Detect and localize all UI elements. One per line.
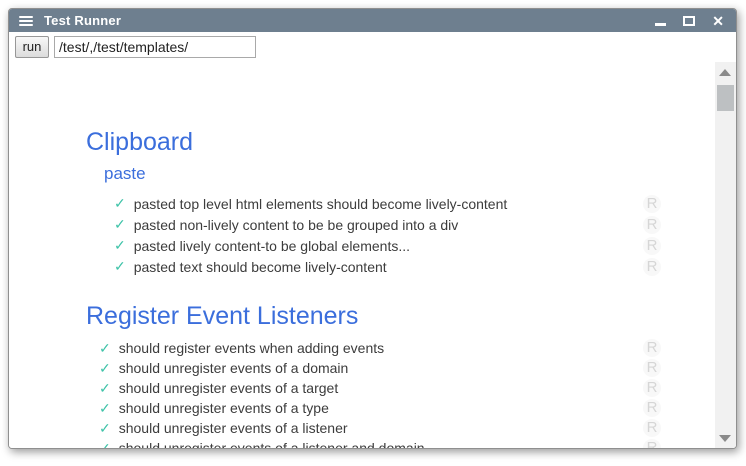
scrollbar-thumb[interactable]	[717, 85, 734, 111]
test-item: ✓ pasted non-lively content to be be grou…	[114, 214, 715, 235]
rerun-button[interactable]: R	[643, 258, 661, 276]
arrow-down-icon	[719, 435, 731, 442]
test-item: ✓ should unregister events of a type R	[99, 398, 715, 418]
rerun-button[interactable]: R	[643, 379, 661, 397]
hamburger-bar	[19, 16, 33, 18]
rerun-button[interactable]: R	[643, 237, 661, 255]
check-icon: ✓	[99, 400, 111, 417]
test-section: Register Event Listeners ✓ should register…	[86, 302, 715, 448]
run-button[interactable]: run	[15, 36, 49, 58]
check-icon: ✓	[99, 360, 111, 377]
test-list: ✓ should register events when adding even…	[99, 338, 715, 448]
rerun-button[interactable]: R	[643, 439, 661, 448]
check-icon: ✓	[99, 380, 111, 397]
section-heading[interactable]: Register Event Listeners	[86, 302, 715, 331]
test-item: ✓ should unregister events of a listener R	[99, 418, 715, 438]
scroll-down-button[interactable]	[715, 430, 736, 446]
test-list: ✓ pasted top level html elements should b…	[114, 193, 715, 277]
maximize-icon	[683, 16, 695, 26]
test-label[interactable]: should unregister events of a domain	[119, 360, 349, 376]
test-item: ✓ should unregister events of a listener …	[99, 438, 715, 448]
test-results: Clipboard paste ✓ pasted top level html ele…	[9, 62, 715, 448]
check-icon: ✓	[114, 258, 126, 275]
check-icon: ✓	[99, 420, 111, 437]
maximize-button[interactable]	[683, 13, 695, 29]
hamburger-bar	[19, 20, 33, 22]
test-section: Clipboard paste ✓ pasted top level html ele…	[86, 128, 715, 277]
window-controls: ✕	[655, 13, 724, 29]
test-label[interactable]: should unregister events of a listener	[119, 420, 348, 436]
check-icon: ✓	[99, 440, 111, 449]
close-icon: ✕	[712, 14, 724, 28]
test-item: ✓ should unregister events of a domain R	[99, 358, 715, 378]
test-label[interactable]: should unregister events of a target	[119, 380, 338, 396]
test-item: ✓ pasted text should become lively-conten…	[114, 256, 715, 277]
content-area: Clipboard paste ✓ pasted top level html ele…	[9, 62, 736, 448]
rerun-button[interactable]: R	[643, 195, 661, 213]
check-icon: ✓	[114, 216, 126, 233]
hamburger-bar	[19, 24, 33, 26]
test-label[interactable]: should register events when adding event…	[119, 340, 384, 356]
check-icon: ✓	[99, 340, 111, 357]
test-item: ✓ should unregister events of a target R	[99, 378, 715, 398]
test-item: ✓ should register events when adding even…	[99, 338, 715, 358]
scroll-up-button[interactable]	[715, 64, 736, 80]
test-label[interactable]: should unregister events of a listener a…	[119, 440, 425, 448]
test-item: ✓ pasted lively content-to be global elem…	[114, 235, 715, 256]
hamburger-menu-icon[interactable]	[19, 14, 33, 28]
toolbar: run	[9, 32, 736, 62]
rerun-button[interactable]: R	[643, 419, 661, 437]
test-label[interactable]: pasted text should become lively-content	[134, 259, 387, 275]
test-item: ✓ pasted top level html elements should b…	[114, 193, 715, 214]
rerun-button[interactable]: R	[643, 399, 661, 417]
test-path-input[interactable]	[54, 36, 256, 58]
scrollbar-track[interactable]	[715, 62, 736, 448]
check-icon: ✓	[114, 237, 126, 254]
test-label[interactable]: pasted non-lively content to be be group…	[134, 217, 459, 233]
close-button[interactable]: ✕	[712, 13, 724, 29]
rerun-button[interactable]: R	[643, 359, 661, 377]
test-runner-window: Test Runner ✕ run Clipboard paste ✓ pasted …	[8, 8, 737, 449]
arrow-up-icon	[719, 69, 731, 76]
title-bar: Test Runner ✕	[9, 9, 736, 32]
minimize-button[interactable]	[655, 13, 666, 29]
subsection-heading[interactable]: paste	[104, 164, 715, 184]
test-label[interactable]: pasted lively content-to be global eleme…	[134, 238, 410, 254]
rerun-button[interactable]: R	[643, 216, 661, 234]
test-label[interactable]: should unregister events of a type	[119, 400, 329, 416]
minimize-icon	[655, 23, 666, 26]
section-heading[interactable]: Clipboard	[86, 128, 715, 157]
window-title: Test Runner	[44, 13, 655, 28]
test-label[interactable]: pasted top level html elements should be…	[134, 196, 508, 212]
check-icon: ✓	[114, 195, 126, 212]
rerun-button[interactable]: R	[643, 339, 661, 357]
